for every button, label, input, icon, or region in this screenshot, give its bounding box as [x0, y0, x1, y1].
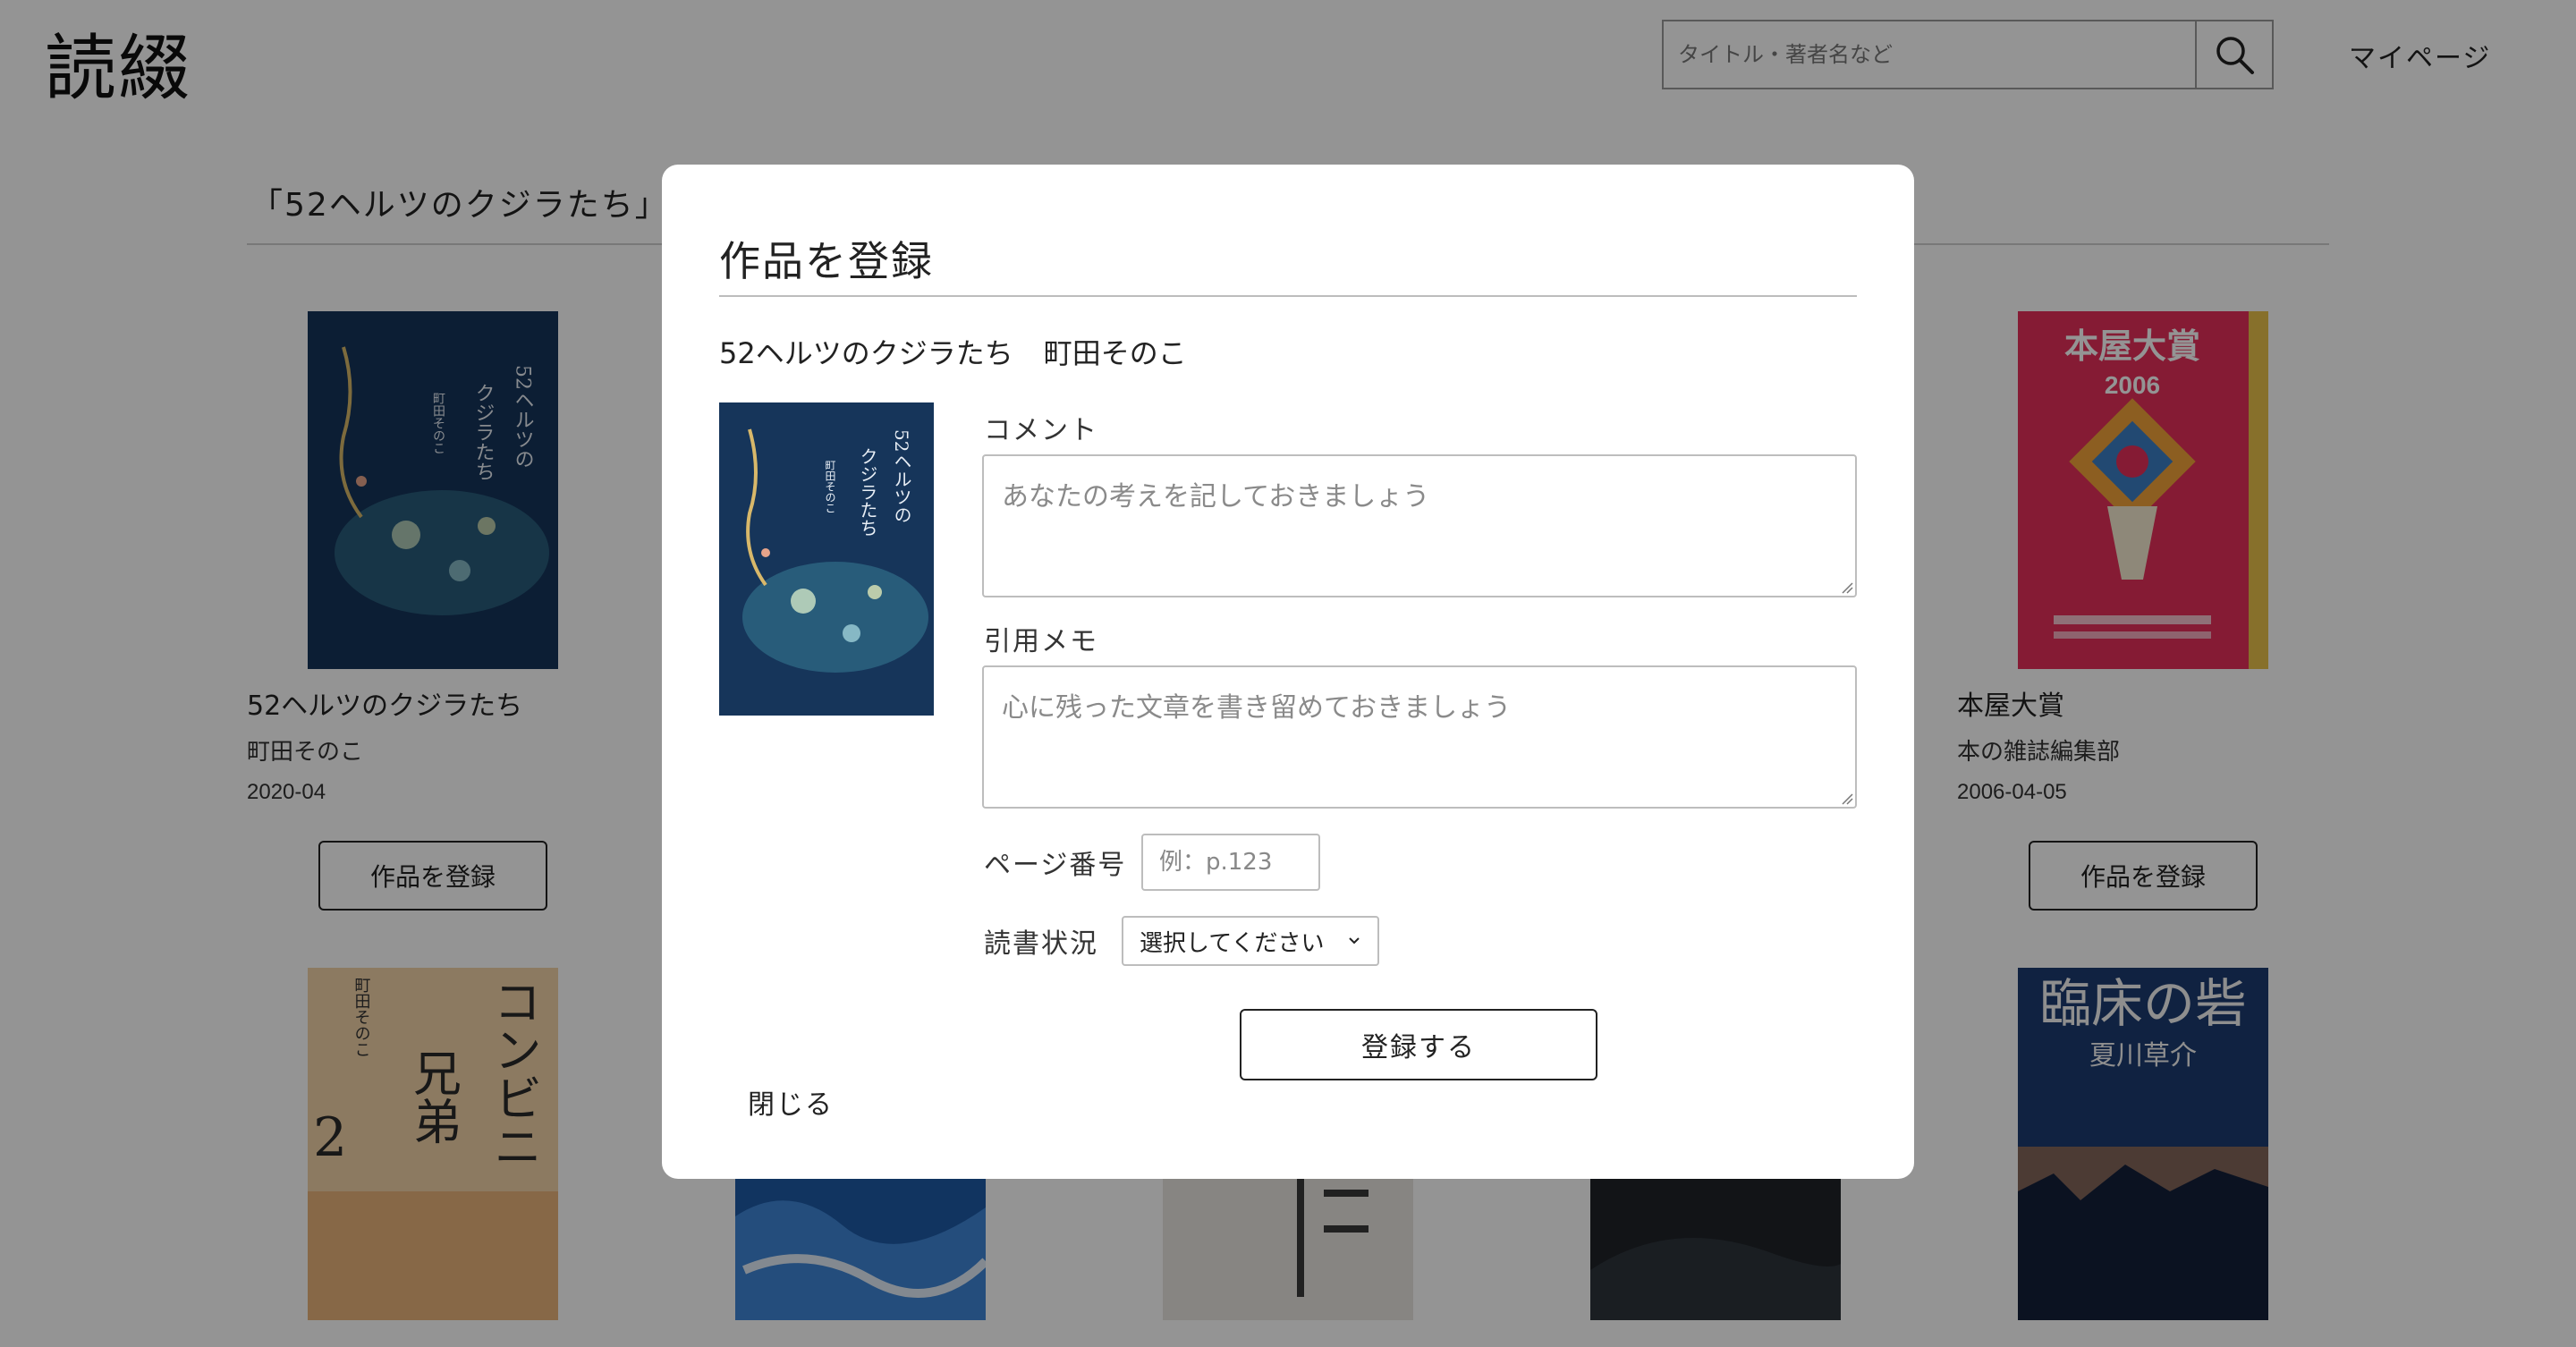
register-modal: 作品を登録 52ヘルツのクジラたち 町田そのこ 52ヘルツの クジラたち 町田その… — [662, 165, 1914, 1179]
comment-textarea[interactable] — [982, 454, 1857, 597]
modal-book-author: 町田そのこ — [1043, 336, 1187, 370]
modal-book-cover: 52ヘルツの クジラたち 町田そのこ — [719, 402, 934, 716]
modal-title: 作品を登録 — [719, 237, 934, 285]
page-number-label: ページ番号 — [984, 850, 1127, 881]
reading-status-select[interactable]: 選択してください — [1122, 916, 1379, 966]
reading-status-label: 読書状況 — [984, 928, 1098, 960]
comment-field-wrap — [982, 454, 1857, 597]
quote-memo-textarea[interactable] — [982, 665, 1857, 809]
resize-handle-icon[interactable] — [1841, 581, 1853, 594]
modal-divider — [719, 295, 1857, 297]
comment-label: コメント — [984, 415, 1098, 446]
svg-text:町田そのこ: 町田そのこ — [824, 460, 836, 513]
modal-book-info: 52ヘルツのクジラたち 町田そのこ — [719, 331, 1217, 372]
svg-text:クジラたち: クジラたち — [857, 447, 878, 537]
resize-handle-icon[interactable] — [1841, 792, 1853, 805]
reading-status-value: 選択してください — [1140, 929, 1325, 957]
submit-register-button[interactable]: 登録する — [1240, 1009, 1597, 1080]
close-modal-link[interactable]: 閉じる — [748, 1082, 834, 1122]
quote-field-wrap — [982, 665, 1857, 809]
page-number-input[interactable] — [1141, 834, 1320, 891]
modal-book-title: 52ヘルツのクジラたち — [719, 336, 1013, 370]
chevron-down-icon — [1349, 937, 1360, 945]
svg-text:52ヘルツの: 52ヘルツの — [891, 429, 912, 523]
quote-memo-label: 引用メモ — [984, 626, 1098, 657]
